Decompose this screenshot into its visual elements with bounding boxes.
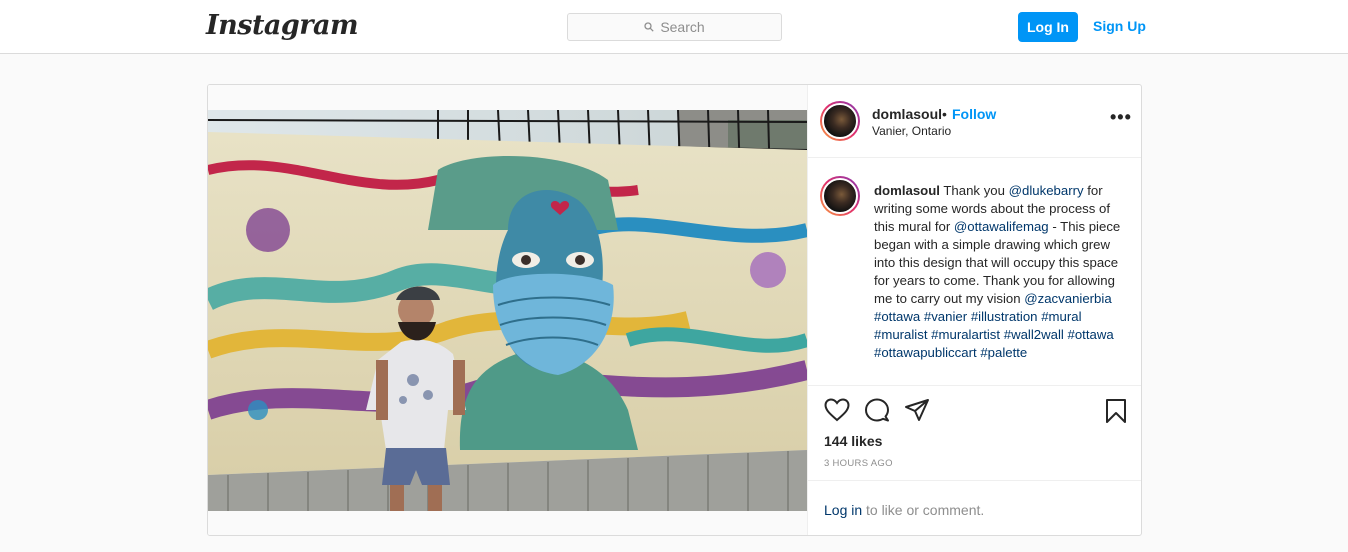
comment-login-bar: Log in to like or comment. bbox=[808, 480, 1141, 535]
post-caption: domlasoul Thank you @dlukebarry for writ… bbox=[874, 182, 1124, 362]
caption-link[interactable]: @dlukebarry bbox=[1009, 183, 1084, 198]
post-location[interactable]: Vanier, Ontario bbox=[872, 124, 951, 138]
post-timestamp[interactable]: 3 HOURS AGO bbox=[824, 458, 893, 469]
bookmark-icon[interactable] bbox=[1104, 398, 1128, 424]
post-actions: 144 likes 3 HOURS AGO bbox=[808, 385, 1141, 481]
caption-link[interactable]: #ottawa bbox=[1068, 327, 1114, 342]
search-icon bbox=[644, 22, 654, 32]
caption-text: Thank you bbox=[939, 183, 1009, 198]
caption-link[interactable]: #palette bbox=[980, 345, 1027, 360]
separator-dot: • bbox=[942, 106, 947, 122]
caption-link[interactable]: #vanier bbox=[924, 309, 967, 324]
caption-link[interactable]: #wall2wall bbox=[1004, 327, 1064, 342]
post-photo[interactable] bbox=[208, 110, 807, 511]
login-button[interactable]: Log In bbox=[1018, 12, 1078, 42]
caption-link[interactable]: #muralist bbox=[874, 327, 928, 342]
signup-link[interactable]: Sign Up bbox=[1093, 18, 1146, 34]
paper-plane-icon[interactable] bbox=[904, 398, 930, 422]
caption-link[interactable]: @ottawalifemag bbox=[954, 219, 1049, 234]
caption-link[interactable]: #muralartist bbox=[931, 327, 1000, 342]
caption-link[interactable]: #ottawapubliccart bbox=[874, 345, 977, 360]
post-sidebar: domlasoul • Follow Vanier, Ontario ••• d… bbox=[807, 85, 1141, 535]
search-placeholder: Search bbox=[660, 19, 705, 35]
post-username[interactable]: domlasoul bbox=[872, 106, 942, 122]
more-options-icon[interactable]: ••• bbox=[1110, 108, 1132, 126]
mural-photo-image bbox=[208, 110, 807, 511]
likes-count[interactable]: 144 likes bbox=[824, 433, 882, 449]
comment-prompt-text: to like or comment. bbox=[866, 502, 985, 518]
caption-link[interactable]: #illustration bbox=[971, 309, 1038, 324]
heart-icon[interactable] bbox=[824, 398, 850, 422]
comment-icon[interactable] bbox=[864, 398, 890, 422]
caption-link[interactable]: #ottawa bbox=[874, 309, 920, 324]
login-link[interactable]: Log in bbox=[824, 502, 862, 518]
caption-link[interactable]: #mural bbox=[1041, 309, 1081, 324]
post-header: domlasoul • Follow Vanier, Ontario ••• bbox=[808, 85, 1141, 158]
instagram-logo[interactable]: Instagram bbox=[206, 10, 359, 41]
top-navigation-bar: Instagram Search Log In Sign Up bbox=[0, 0, 1348, 54]
post-card: domlasoul • Follow Vanier, Ontario ••• d… bbox=[207, 84, 1142, 536]
search-input[interactable]: Search bbox=[567, 13, 782, 41]
caption-username[interactable]: domlasoul bbox=[874, 183, 940, 198]
post-media bbox=[208, 85, 807, 535]
follow-button[interactable]: Follow bbox=[952, 106, 996, 122]
caption-link[interactable]: @zacvanierbia bbox=[1024, 291, 1111, 306]
caption-avatar[interactable] bbox=[820, 176, 860, 216]
avatar[interactable] bbox=[820, 101, 860, 141]
